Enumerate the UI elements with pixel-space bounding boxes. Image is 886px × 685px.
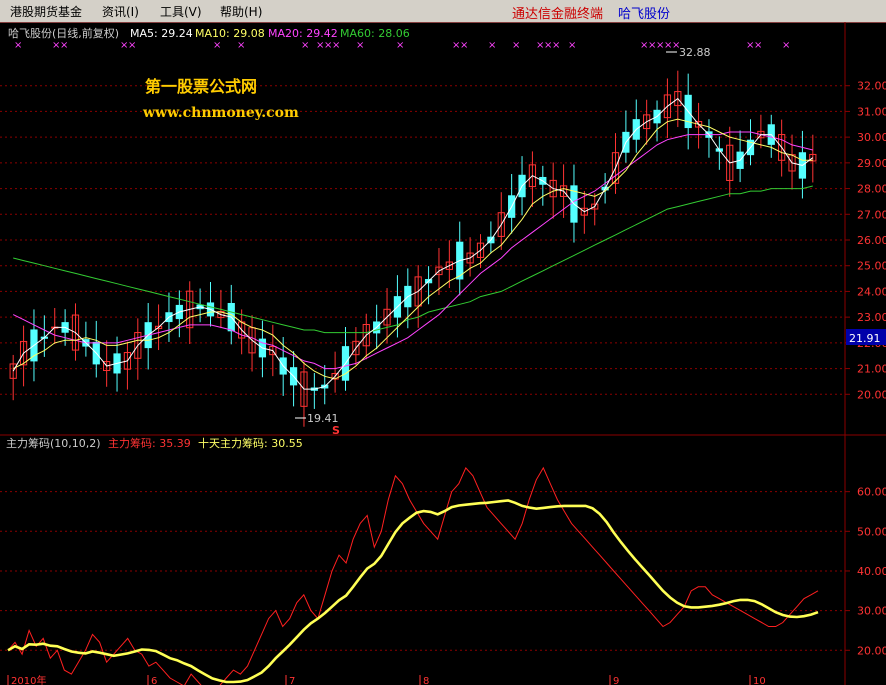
ma10-line bbox=[12, 118, 813, 380]
sell-signal: S bbox=[332, 424, 340, 437]
indicator-tick-label: 30.00 bbox=[857, 605, 886, 618]
signal-marker: × bbox=[213, 40, 221, 51]
price-tick-label: 27.00 bbox=[857, 208, 886, 221]
signal-marker: × bbox=[60, 40, 68, 51]
price-tick-label: 29.00 bbox=[857, 157, 886, 170]
menu-tools[interactable]: 工具(V) bbox=[160, 3, 202, 20]
watermark-url: www.chnmoney.com bbox=[142, 105, 299, 121]
indicator-tick-label: 20.00 bbox=[857, 644, 886, 657]
app-title: 通达信金融终端 bbox=[512, 7, 604, 22]
ma60-line bbox=[13, 185, 813, 334]
menu-hk-futures-funds[interactable]: 港股期货基金 bbox=[10, 3, 82, 20]
date-axis: 2010年 6 7 8 9 10 bbox=[7, 674, 766, 685]
menu-help[interactable]: 帮助(H) bbox=[220, 3, 262, 20]
price-axis: 32.00 31.00 30.00 29.00 28.00 27.00 26.00 25.00… bbox=[845, 80, 886, 401]
ma5-line bbox=[12, 97, 814, 390]
ma20-legend: MA20: 29.42 bbox=[268, 27, 338, 40]
date-label: 7 bbox=[289, 676, 295, 685]
current-price-value: 21.91 bbox=[849, 332, 881, 345]
ma5-legend: MA5: 29.24 bbox=[130, 27, 193, 40]
indicator-ten-legend: 十天主力筹码: 30.55 bbox=[198, 436, 303, 450]
indicator-tick-label: 60.00 bbox=[857, 486, 886, 499]
price-tick-label: 31.00 bbox=[857, 105, 886, 118]
ma60-legend: MA60: 28.06 bbox=[340, 27, 410, 40]
indicator-ten-line bbox=[7, 499, 819, 684]
indicator-main-legend: 主力筹码: 35.39 bbox=[108, 436, 191, 450]
menu-info[interactable]: 资讯(I) bbox=[102, 3, 139, 20]
signal-marker: × bbox=[332, 40, 340, 51]
signal-marker: × bbox=[754, 40, 762, 51]
menu-bar: 港股期货基金 资讯(I) 工具(V) 帮助(H) 通达信金融终端 哈飞股份 bbox=[0, 0, 886, 23]
price-tick-label: 20.00 bbox=[857, 388, 886, 401]
indicator-grid bbox=[0, 491, 845, 651]
signal-marker: × bbox=[237, 40, 245, 51]
price-tick-label: 26.00 bbox=[857, 234, 886, 247]
date-label: 8 bbox=[423, 676, 429, 685]
signal-marker: × bbox=[782, 40, 790, 51]
ma20-line bbox=[12, 131, 813, 370]
price-tick-label: 28.00 bbox=[857, 183, 886, 196]
signal-marker: × bbox=[356, 40, 364, 51]
signal-marker: × bbox=[128, 40, 136, 51]
price-tick-label: 21.00 bbox=[857, 363, 886, 376]
signal-marker: × bbox=[488, 40, 496, 51]
signal-marker: × bbox=[14, 40, 22, 51]
ma10-legend: MA10: 29.08 bbox=[195, 27, 265, 40]
signal-marker: × bbox=[512, 40, 520, 51]
indicator-tick-label: 50.00 bbox=[857, 525, 886, 538]
price-tick-label: 32.00 bbox=[857, 80, 886, 93]
watermark-title: 第一股票公式网 bbox=[145, 77, 257, 96]
current-stock-name: 哈飞股份 bbox=[618, 7, 671, 22]
high-price-label: 32.88 bbox=[679, 46, 711, 59]
candlesticks bbox=[9, 70, 817, 427]
price-tick-label: 23.00 bbox=[857, 311, 886, 324]
chart-title: 哈飞股份(日线,前复权) bbox=[8, 26, 119, 40]
signal-marker: × bbox=[301, 40, 309, 51]
signal-marker: × bbox=[460, 40, 468, 51]
price-tick-label: 25.00 bbox=[857, 260, 886, 273]
stock-chart[interactable]: 32.00 31.00 30.00 29.00 28.00 27.00 26.00 25.00… bbox=[0, 22, 886, 685]
signal-marker: × bbox=[396, 40, 404, 51]
indicator-tick-label: 40.00 bbox=[857, 565, 886, 578]
date-label: 6 bbox=[151, 676, 157, 685]
signal-marker: × bbox=[568, 40, 576, 51]
indicator-axis: 60.00 50.00 40.00 30.00 20.00 bbox=[845, 486, 886, 657]
date-label: 10 bbox=[753, 676, 766, 685]
price-tick-label: 24.00 bbox=[857, 285, 886, 298]
date-label: 2010年 bbox=[11, 674, 46, 685]
price-tick-label: 30.00 bbox=[857, 131, 886, 144]
indicator-title: 主力筹码(10,10,2) bbox=[6, 436, 101, 450]
signal-markers-row: × × × × × × × × × × × × × × × × × × × × × × × × × × × × × bbox=[14, 40, 790, 51]
signal-marker: × bbox=[552, 40, 560, 51]
date-label: 9 bbox=[613, 676, 619, 685]
